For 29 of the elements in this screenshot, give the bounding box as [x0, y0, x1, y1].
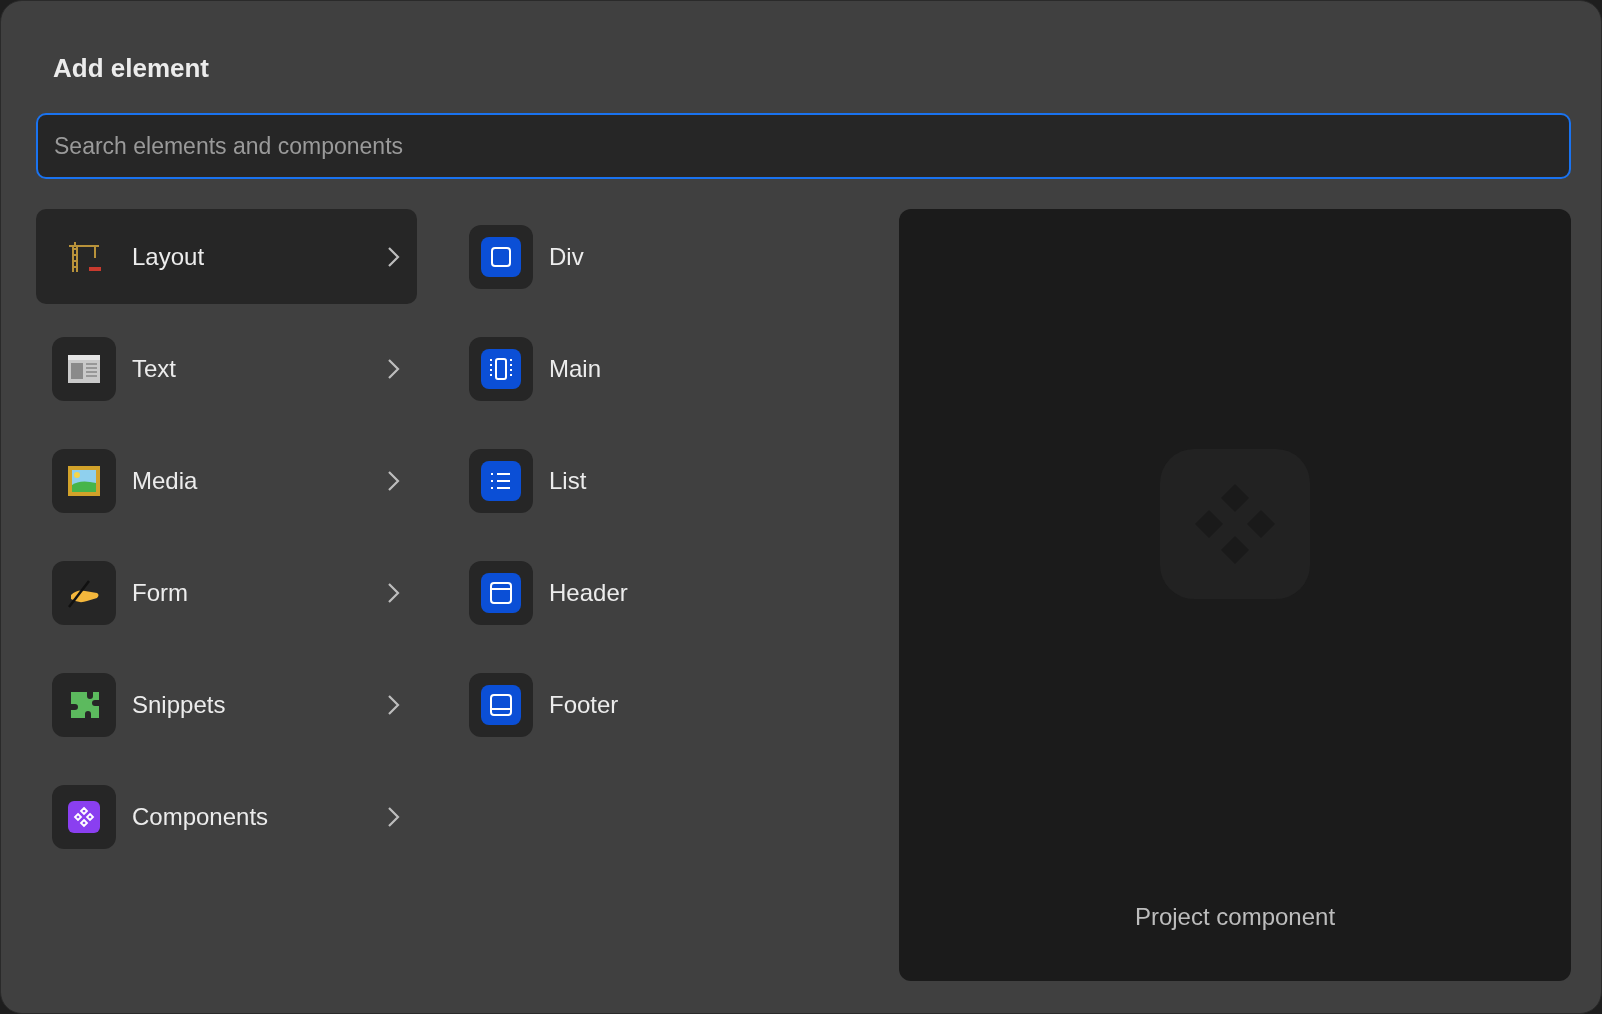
- square-icon: [481, 237, 521, 277]
- category-item[interactable]: Components: [36, 769, 417, 864]
- header-layout-icon: [481, 573, 521, 613]
- chevron-right-icon: [387, 245, 401, 268]
- newspaper-icon: [67, 353, 101, 384]
- element-item[interactable]: Main: [469, 337, 899, 401]
- search-field[interactable]: Search elements and components: [36, 113, 1571, 179]
- footer-layout-icon: [481, 685, 521, 725]
- category-item[interactable]: Text: [36, 321, 417, 416]
- category-item[interactable]: Layout: [36, 209, 417, 304]
- element-item[interactable]: List: [469, 449, 899, 513]
- column-icon: [481, 349, 521, 389]
- chevron-right-icon: [387, 357, 401, 380]
- list-icon: [481, 461, 521, 501]
- category-item[interactable]: Media: [36, 433, 417, 528]
- element-item[interactable]: Div: [469, 225, 899, 289]
- element-item[interactable]: Header: [469, 561, 899, 625]
- category-item[interactable]: Snippets: [36, 657, 417, 752]
- chevron-right-icon: [387, 693, 401, 716]
- category-item[interactable]: Form: [36, 545, 417, 640]
- preview-caption: Project component: [1134, 903, 1336, 931]
- chevron-right-icon: [387, 469, 401, 492]
- crane-icon: [67, 240, 101, 273]
- chevron-right-icon: [387, 805, 401, 828]
- element-item[interactable]: Footer: [469, 673, 899, 737]
- framed-picture-icon: [67, 464, 101, 497]
- chevron-right-icon: [387, 581, 401, 604]
- dialog-title: Add element: [53, 52, 211, 85]
- components-icon: [68, 800, 100, 833]
